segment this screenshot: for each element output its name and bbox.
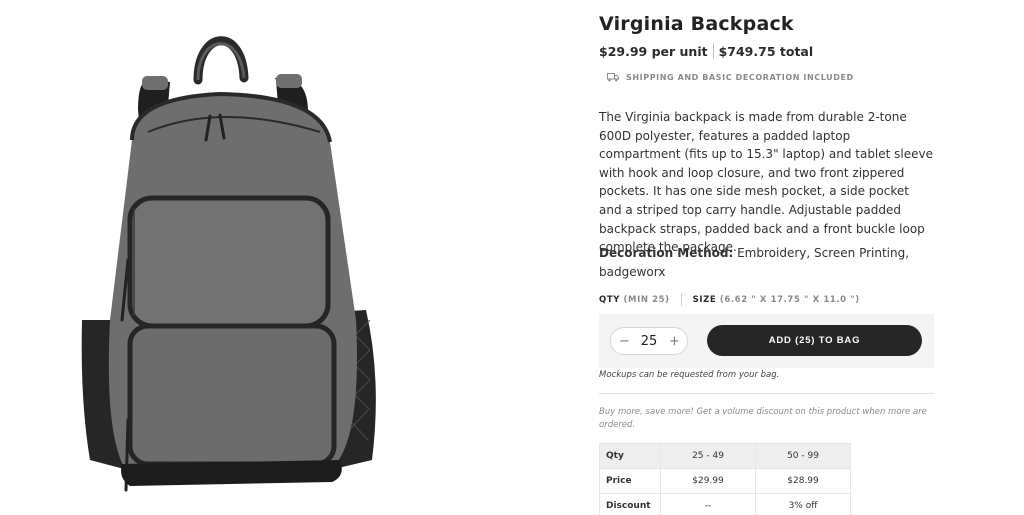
divider bbox=[599, 393, 934, 394]
unit-price: $29.99 per unit bbox=[599, 43, 708, 59]
price-row: $29.99 per unit $749.75 total bbox=[599, 43, 813, 59]
quantity-input[interactable]: 25 bbox=[641, 334, 658, 349]
spec-divider bbox=[680, 293, 682, 306]
table-row: Qty 25 - 49 50 - 99 bbox=[599, 443, 851, 469]
table-cell: 25 - 49 bbox=[660, 443, 756, 469]
product-description: The Virginia backpack is made from durab… bbox=[599, 110, 934, 255]
price-divider bbox=[712, 43, 714, 59]
truck-icon bbox=[607, 73, 619, 82]
add-to-bag-panel: − 25 + ADD (25) TO BAG bbox=[599, 314, 934, 368]
size-value: (6.62 " X 17.75 " X 11.0 ") bbox=[719, 294, 860, 305]
product-title: Virginia Backpack bbox=[599, 13, 794, 35]
row-header: Qty bbox=[599, 443, 661, 469]
table-cell: $29.99 bbox=[660, 468, 756, 494]
size-label: SIZE bbox=[692, 294, 717, 305]
qty-min: (MIN 25) bbox=[623, 294, 670, 305]
decoration-method: Decoration Method: Embroidery, Screen Pr… bbox=[599, 244, 919, 281]
backpack-illustration bbox=[81, 36, 376, 492]
decrement-button[interactable]: − bbox=[619, 334, 630, 349]
volume-discount-note: Buy more, save more! Get a volume discou… bbox=[599, 407, 927, 430]
table-cell: 50 - 99 bbox=[755, 443, 851, 469]
spec-row: QTY (MIN 25) SIZE (6.62 " X 17.75 " X 11… bbox=[599, 293, 860, 306]
product-image bbox=[70, 20, 400, 500]
row-header: Discount bbox=[599, 493, 661, 515]
table-row: Discount -- 3% off bbox=[599, 493, 851, 515]
quantity-stepper: − 25 + bbox=[610, 327, 688, 355]
qty-label: QTY bbox=[599, 294, 620, 305]
table-cell: 3% off bbox=[755, 493, 851, 515]
shipping-note-text: SHIPPING AND BASIC DECORATION INCLUDED bbox=[626, 73, 854, 82]
table-row: Price $29.99 $28.99 bbox=[599, 468, 851, 494]
table-cell: $28.99 bbox=[755, 468, 851, 494]
volume-pricing-table: Qty 25 - 49 50 - 99 Price $29.99 $28.99 … bbox=[599, 443, 851, 515]
shipping-note: SHIPPING AND BASIC DECORATION INCLUDED bbox=[607, 73, 854, 82]
mockup-note: Mockups can be requested from your bag. bbox=[599, 370, 780, 380]
add-to-bag-button[interactable]: ADD (25) TO BAG bbox=[707, 325, 922, 356]
increment-button[interactable]: + bbox=[669, 334, 680, 349]
decoration-label: Decoration Method: bbox=[599, 246, 734, 260]
row-header: Price bbox=[599, 468, 661, 494]
table-cell: -- bbox=[660, 493, 756, 515]
total-price: $749.75 total bbox=[718, 43, 814, 59]
